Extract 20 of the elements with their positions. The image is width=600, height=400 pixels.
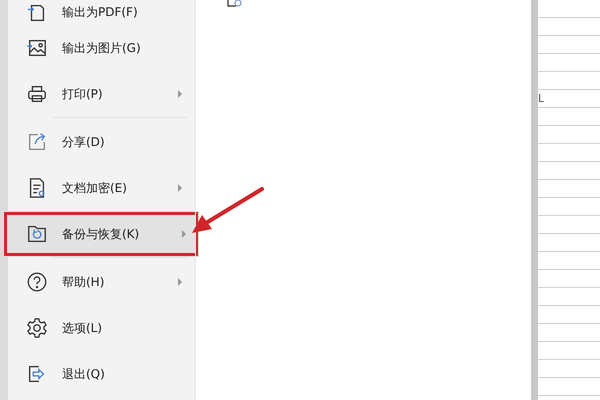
menu-item[interactable]: 文档加密(E) — [8, 165, 195, 211]
caret-icon — [177, 89, 183, 99]
menu-item[interactable]: 退出(Q) — [8, 351, 195, 397]
menu-item[interactable]: 输出为图片(G) — [8, 25, 195, 71]
menu-item[interactable]: 备份与恢复(K) — [3, 211, 199, 257]
menu-item[interactable]: 打印(P) — [8, 71, 195, 117]
help-icon — [26, 271, 48, 293]
menu-item[interactable]: 分享(D) — [8, 119, 195, 165]
caret-icon — [181, 229, 187, 239]
caret-icon — [177, 277, 183, 287]
menu-item[interactable]: 选项(L) — [8, 305, 195, 351]
caret-icon — [177, 183, 183, 193]
menu-item[interactable]: 帮助(H) — [8, 259, 195, 305]
menu-item[interactable]: 输出为PDF(F) — [8, 0, 195, 25]
image-icon — [26, 37, 48, 59]
share-icon — [26, 131, 48, 153]
restore-icon — [26, 223, 48, 245]
cell-text: L — [538, 92, 544, 105]
printer-icon — [26, 83, 48, 105]
settings-icon — [26, 317, 48, 339]
